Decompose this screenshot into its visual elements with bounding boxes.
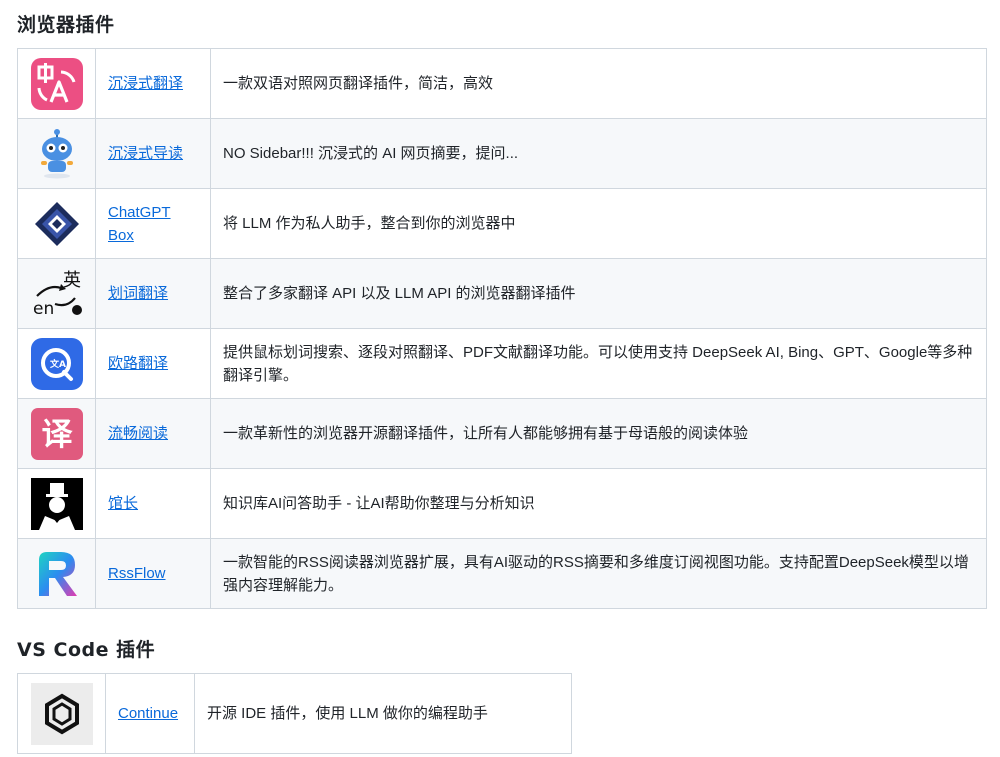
plugin-link-rssflow[interactable]: RssFlow: [108, 565, 166, 582]
plugin-link-eudic-translate[interactable]: 欧路翻译: [108, 355, 168, 372]
plugin-name-cell: RssFlow: [95, 538, 211, 609]
plugin-name-cell: 欧路翻译: [95, 328, 211, 399]
plugin-link-continue[interactable]: Continue: [118, 705, 178, 722]
continue-logo-icon: [30, 682, 93, 745]
plugin-description: 开源 IDE 插件，使用 LLM 做你的编程助手: [194, 673, 572, 754]
en-to-chinese-translate-icon: 英 en: [31, 268, 83, 320]
table-row: 英 en 划词翻译 整合了多家翻译 API 以及 LLM API 的浏览器翻译插…: [17, 258, 987, 329]
browser-plugins-table: 沉浸式翻译 一款双语对照网页翻译插件，简洁，高效 沉浸式导读 NO Sideba…: [17, 48, 987, 609]
icon-cell: [17, 48, 96, 119]
table-row: 馆长 知识库AI问答助手 - 让AI帮助你整理与分析知识: [17, 468, 987, 539]
icon-cell: [17, 673, 106, 754]
robot-mascot-icon: [35, 128, 79, 179]
plugin-name-cell: 沉浸式翻译: [95, 48, 211, 119]
table-row: Continue 开源 IDE 插件，使用 LLM 做你的编程助手: [17, 673, 572, 754]
page: 浏览器插件 沉浸式翻译 一款双语对照网页翻译插件，简洁，高效 沉浸式导读 NO …: [0, 0, 1000, 757]
plugin-link-selection-translate[interactable]: 划词翻译: [108, 285, 168, 302]
plugin-name-cell: 馆长: [95, 468, 211, 539]
table-row: 文A 欧路翻译 提供鼠标划词搜索、逐段对照翻译、PDF文献翻译功能。可以使用支持…: [17, 328, 987, 399]
plugin-description: 一款智能的RSS阅读器浏览器扩展，具有AI驱动的RSS摘要和多维度订阅视图功能。…: [210, 538, 987, 609]
fluent-read-logo-text: 译: [41, 417, 73, 453]
table-row: 译 流畅阅读 一款革新性的浏览器开源翻译插件，让所有人都能够拥有基于母语般的阅读…: [17, 398, 987, 469]
plugin-description: NO Sidebar!!! 沉浸式的 AI 网页摘要，提问...: [210, 118, 987, 189]
rssflow-logo-icon: [31, 546, 83, 602]
chatgpt-box-logo-icon: [33, 200, 81, 248]
plugin-link-immersive-translate[interactable]: 沉浸式翻译: [108, 75, 183, 92]
plugin-description: 一款革新性的浏览器开源翻译插件，让所有人都能够拥有基于母语般的阅读体验: [210, 398, 987, 469]
plugin-name-cell: ChatGPT Box: [95, 188, 211, 259]
svg-text:en: en: [33, 299, 54, 319]
plugin-description: 将 LLM 作为私人助手，整合到你的浏览器中: [210, 188, 987, 259]
svg-text:文A: 文A: [49, 358, 66, 370]
plugin-link-curator[interactable]: 馆长: [108, 495, 138, 512]
section-heading-browser-plugins: 浏览器插件: [17, 14, 115, 36]
plugin-link-immersive-reading-guide[interactable]: 沉浸式导读: [108, 145, 183, 162]
plugin-link-fluent-read[interactable]: 流畅阅读: [108, 425, 168, 442]
icon-cell: [17, 118, 96, 189]
fluent-read-logo-icon: 译: [30, 407, 83, 460]
plugin-name-cell: 流畅阅读: [95, 398, 211, 469]
icon-cell: [17, 188, 96, 259]
plugin-description: 知识库AI问答助手 - 让AI帮助你整理与分析知识: [210, 468, 987, 539]
immersive-translate-logo-icon: [30, 57, 83, 110]
svg-text:英: 英: [63, 270, 81, 291]
plugin-name-cell: Continue: [105, 673, 195, 754]
icon-cell: 文A: [17, 328, 96, 399]
plugin-description: 提供鼠标划词搜索、逐段对照翻译、PDF文献翻译功能。可以使用支持 DeepSee…: [210, 328, 987, 399]
table-row: ChatGPT Box 将 LLM 作为私人助手，整合到你的浏览器中: [17, 188, 987, 259]
icon-cell: 英 en: [17, 258, 96, 329]
plugin-name-cell: 沉浸式导读: [95, 118, 211, 189]
plugin-description: 整合了多家翻译 API 以及 LLM API 的浏览器翻译插件: [210, 258, 987, 329]
vscode-plugins-table: Continue 开源 IDE 插件，使用 LLM 做你的编程助手: [17, 673, 572, 754]
section-heading-vscode-plugins: VS Code 插件: [17, 639, 156, 661]
eudic-translate-logo-icon: 文A: [30, 337, 83, 390]
icon-cell: 译: [17, 398, 96, 469]
table-row: 沉浸式翻译 一款双语对照网页翻译插件，简洁，高效: [17, 48, 987, 119]
icon-cell: [17, 538, 96, 609]
table-row: RssFlow 一款智能的RSS阅读器浏览器扩展，具有AI驱动的RSS摘要和多维…: [17, 538, 987, 609]
table-row: 沉浸式导读 NO Sidebar!!! 沉浸式的 AI 网页摘要，提问...: [17, 118, 987, 189]
plugin-name-cell: 划词翻译: [95, 258, 211, 329]
curator-gentleman-logo-icon: [30, 477, 83, 530]
plugin-description: 一款双语对照网页翻译插件，简洁，高效: [210, 48, 987, 119]
plugin-link-chatgpt-box[interactable]: ChatGPT Box: [108, 204, 171, 244]
icon-cell: [17, 468, 96, 539]
